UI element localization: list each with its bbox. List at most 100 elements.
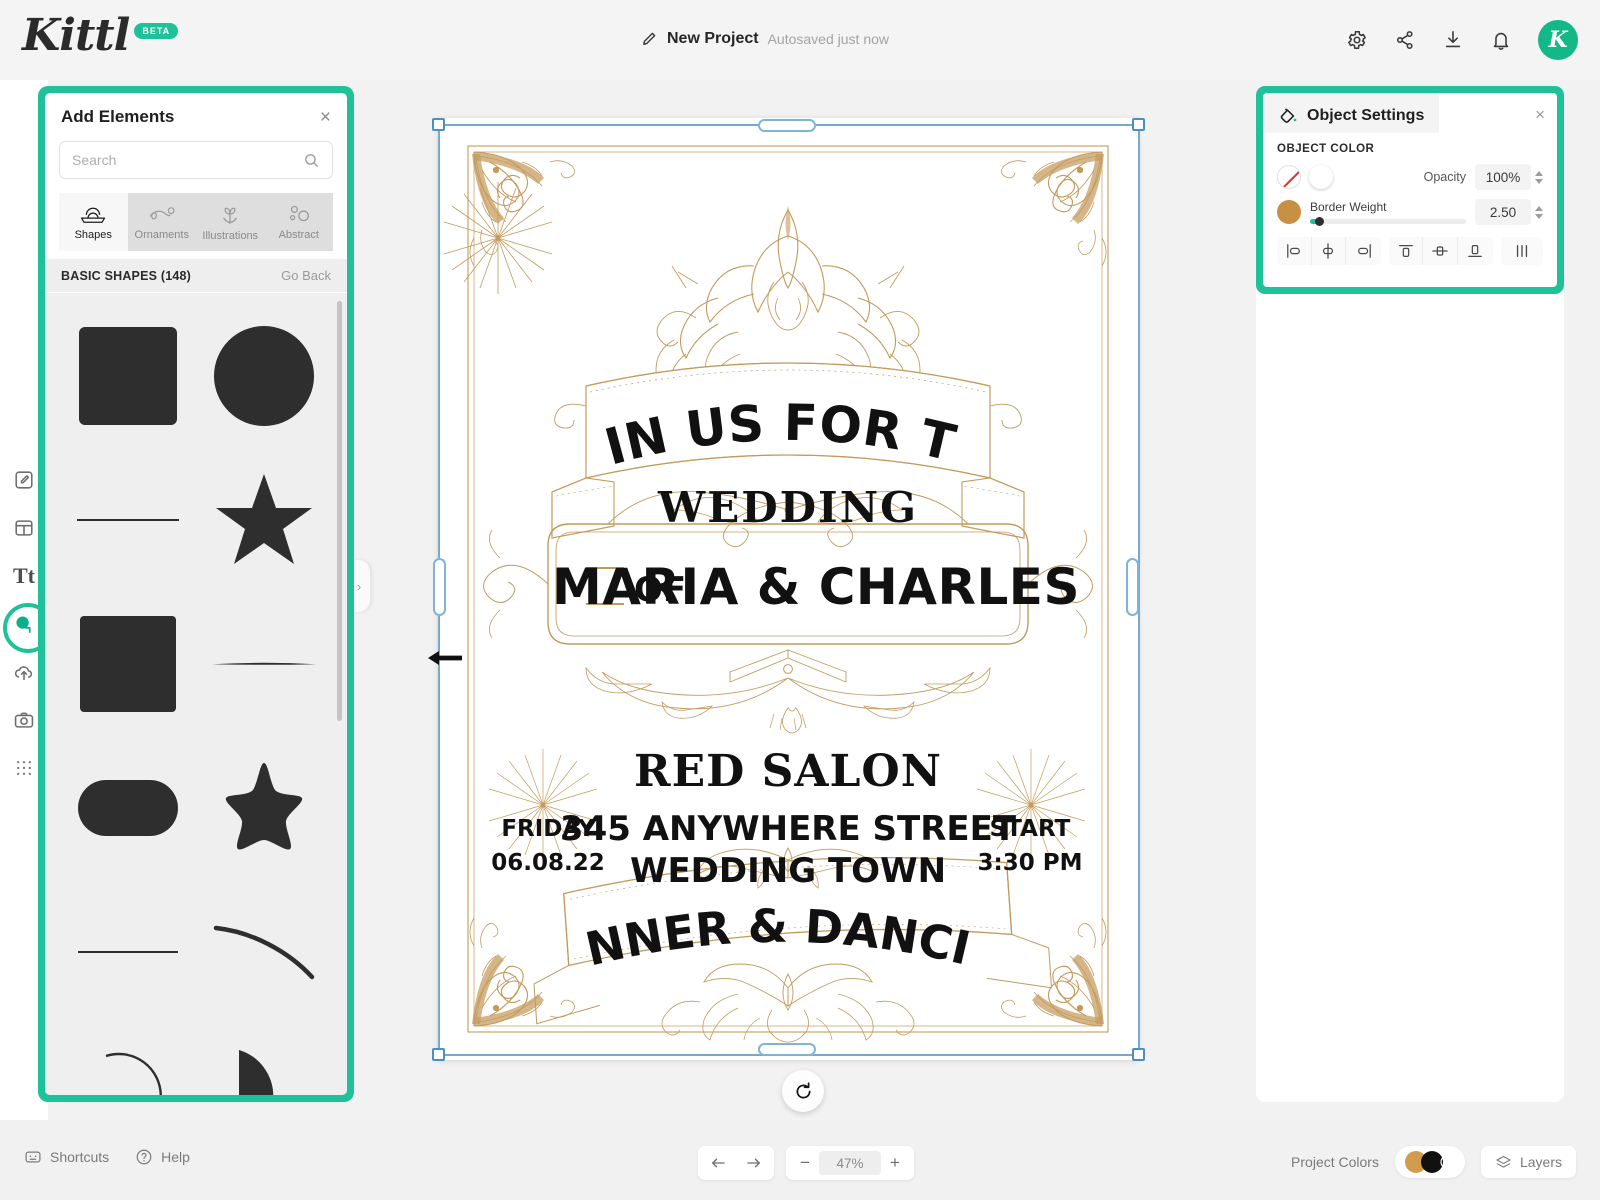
zoom-value[interactable]: 47% (819, 1151, 881, 1175)
rail-item-uploads[interactable] (9, 657, 39, 687)
shape-item-line-straight[interactable] (65, 451, 191, 589)
add-elements-panel: Add Elements × Shapes (38, 86, 354, 1102)
shape-item-arc-curve[interactable] (201, 883, 327, 1021)
align-middle-vertical-icon (1432, 246, 1449, 256)
resize-handle-top-center[interactable] (758, 119, 816, 132)
shape-item-half-moon[interactable] (201, 1027, 327, 1095)
shape-item-star-rounded[interactable] (201, 739, 327, 877)
top-actions: K (1346, 20, 1578, 60)
fill-none-swatch[interactable] (1277, 165, 1301, 189)
layout-icon (15, 520, 33, 536)
rail-item-templates[interactable] (9, 513, 39, 543)
align-left-button[interactable] (1277, 237, 1312, 265)
resize-handle-middle-left[interactable] (433, 558, 446, 616)
resize-handle-bottom-left[interactable] (432, 1048, 445, 1061)
shape-item-rounded-square-2[interactable] (65, 595, 191, 733)
border-color-swatch[interactable] (1277, 200, 1301, 224)
poster-start-value: 3:30 PM (978, 850, 1083, 876)
bell-icon[interactable] (1490, 29, 1512, 51)
shape-item-line-thin[interactable] (65, 883, 191, 1021)
panel-scrollbar[interactable] (337, 301, 342, 721)
logo-text: Kittl (22, 10, 130, 61)
search-input[interactable] (72, 152, 303, 168)
share-icon[interactable] (1394, 29, 1416, 51)
undo-redo-group (698, 1146, 774, 1180)
zoom-in-button[interactable]: + (881, 1149, 909, 1177)
redo-arrow-icon (747, 1158, 760, 1168)
download-icon[interactable] (1442, 29, 1464, 51)
arrow-left-icon (428, 651, 462, 665)
resize-handle-top-right[interactable] (1132, 118, 1145, 131)
rail-item-photos[interactable] (9, 705, 39, 735)
shape-item-circle[interactable] (201, 307, 327, 445)
half-moon-icon (239, 1050, 274, 1095)
resize-handle-bottom-right[interactable] (1132, 1048, 1145, 1061)
object-settings-title: Object Settings (1307, 107, 1425, 124)
border-weight-slider[interactable] (1310, 217, 1466, 226)
opacity-stepper[interactable] (1535, 170, 1543, 184)
align-middle-vertical-button[interactable] (1423, 237, 1459, 265)
zoom-out-button[interactable]: − (791, 1149, 819, 1177)
project-colors-button[interactable] (1394, 1146, 1465, 1178)
resize-handle-bottom-center[interactable] (758, 1043, 816, 1056)
align-left-icon (1286, 244, 1300, 258)
align-right-button[interactable] (1346, 237, 1381, 265)
canvas-area[interactable]: JOIN US FOR THE WEDDING OF MARIA & CHARL… (370, 80, 1250, 1120)
rotate-handle[interactable] (782, 1070, 824, 1112)
gear-icon[interactable] (1346, 29, 1368, 51)
avatar[interactable]: K (1538, 20, 1578, 60)
rail-item-text[interactable]: Tt (9, 561, 39, 591)
project-name: New Project (667, 30, 759, 47)
artboard[interactable]: JOIN US FOR THE WEDDING OF MARIA & CHARL… (438, 118, 1138, 1060)
resize-handle-top-left[interactable] (432, 118, 445, 131)
object-settings-panel: Object Settings × OBJECT COLOR Opacity 1… (1256, 86, 1564, 294)
align-top-icon (1398, 245, 1413, 257)
drag-arrow-left-cursor (428, 648, 462, 673)
section-title: BASIC SHAPES (148) (61, 268, 192, 283)
fill-white-swatch[interactable] (1309, 165, 1333, 189)
shape-item-rounded-square[interactable] (65, 307, 191, 445)
shortcuts-button[interactable]: Shortcuts (24, 1148, 109, 1166)
redo-button[interactable] (740, 1149, 768, 1177)
align-top-button[interactable] (1389, 237, 1424, 265)
project-title-group[interactable]: New Project Autosaved just now (640, 30, 889, 48)
rotate-icon (796, 1081, 811, 1099)
section-bar: BASIC SHAPES (148) Go Back (45, 259, 347, 292)
rail-item-edit[interactable] (9, 465, 39, 495)
align-bottom-icon (1468, 245, 1483, 257)
rail-item-elements[interactable] (3, 603, 53, 653)
help-button[interactable]: Help (135, 1148, 190, 1166)
distribute-icon (1516, 245, 1527, 257)
resize-handle-middle-right[interactable] (1126, 558, 1139, 616)
undo-button[interactable] (704, 1149, 732, 1177)
align-bottom-button[interactable] (1458, 237, 1493, 265)
shortcuts-label: Shortcuts (50, 1149, 110, 1165)
opacity-value[interactable]: 100% (1475, 164, 1531, 190)
arc-curve-icon (213, 925, 315, 980)
search-box[interactable] (59, 141, 333, 179)
shape-item-pill-stadium[interactable] (65, 739, 191, 877)
border-weight-stepper[interactable] (1535, 205, 1543, 219)
align-center-horizontal-icon (1323, 243, 1334, 259)
go-back-link[interactable]: Go Back (281, 268, 331, 283)
close-icon[interactable]: × (1535, 105, 1545, 125)
border-weight-value[interactable]: 2.50 (1475, 199, 1531, 225)
layers-button[interactable]: Layers (1480, 1146, 1576, 1178)
shape-item-line-tapered[interactable] (201, 595, 327, 733)
tab-abstract[interactable]: Abstract (264, 193, 333, 251)
search-icon[interactable] (303, 152, 320, 169)
tab-illustrations[interactable]: Illustrations (196, 193, 265, 251)
border-weight-knob[interactable] (1315, 217, 1324, 226)
border-row: Border Weight 2.50 (1277, 199, 1543, 226)
align-center-horizontal-button[interactable] (1312, 237, 1347, 265)
rail-item-patterns[interactable] (9, 753, 39, 783)
shape-item-star-5-point[interactable] (201, 451, 327, 589)
shape-item-circle-arc-outline[interactable] (65, 1027, 191, 1095)
distribute-button[interactable] (1501, 237, 1543, 265)
close-icon[interactable]: × (320, 108, 331, 127)
tab-shapes[interactable]: Shapes (59, 193, 128, 251)
grid-dots-icon (17, 761, 31, 775)
tab-ornaments[interactable]: Ornaments (127, 193, 196, 251)
app-logo[interactable]: Kittl BETA (22, 10, 179, 61)
star-icon (216, 474, 312, 564)
